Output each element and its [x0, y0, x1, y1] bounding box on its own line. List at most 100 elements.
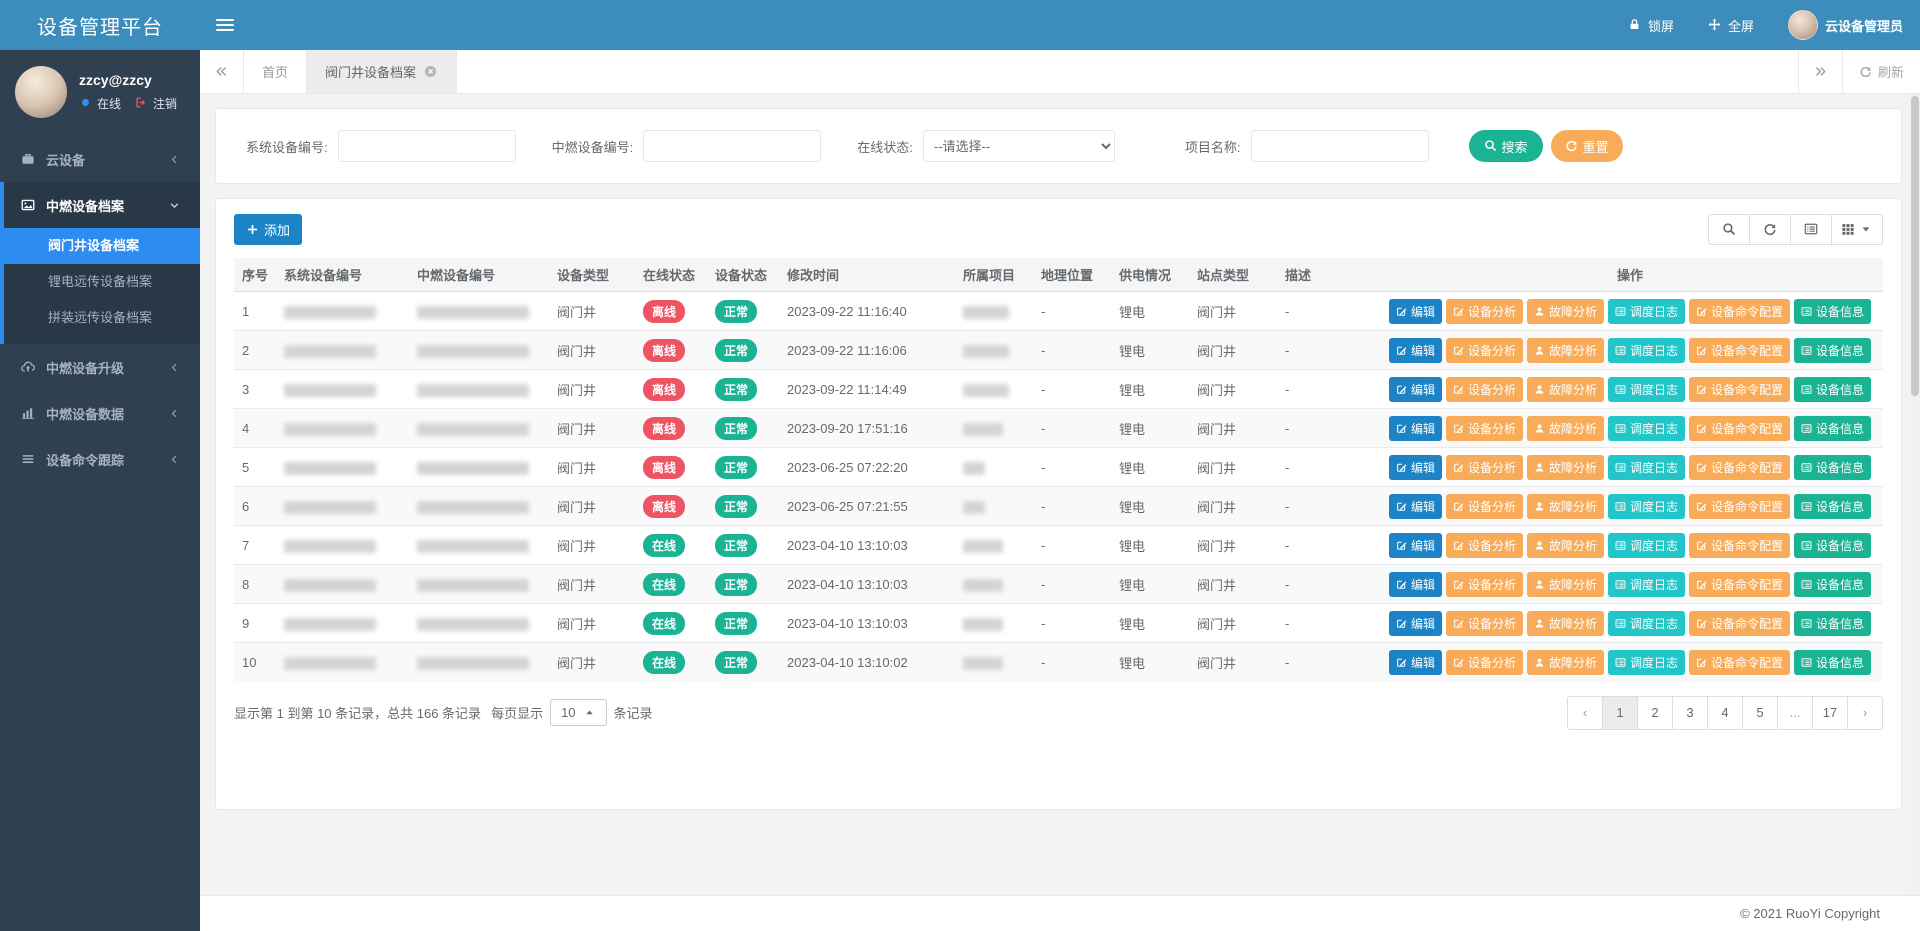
device-analysis-button[interactable]: 设备分析: [1446, 299, 1523, 324]
device-command-config-button[interactable]: 设备命令配置: [1689, 650, 1790, 675]
page-next-button[interactable]: ›: [1847, 696, 1883, 730]
device-command-config-button[interactable]: 设备命令配置: [1689, 416, 1790, 441]
dispatch-log-button[interactable]: 调度日志: [1608, 338, 1685, 363]
device-info-button[interactable]: 设备信息: [1794, 377, 1871, 402]
sidebar-item[interactable]: 云设备: [0, 136, 200, 182]
sidebar-subitem[interactable]: 拼装远传设备档案: [4, 300, 200, 336]
table-columns-button[interactable]: [1831, 214, 1883, 245]
table-refresh-button[interactable]: [1749, 214, 1791, 245]
edit-button[interactable]: 编辑: [1389, 377, 1442, 402]
edit-button[interactable]: 编辑: [1389, 611, 1442, 636]
device-command-config-button[interactable]: 设备命令配置: [1689, 533, 1790, 558]
page-button[interactable]: 4: [1707, 696, 1743, 730]
vertical-scrollbar[interactable]: [1910, 94, 1920, 895]
tabs-scroll-right-button[interactable]: [1798, 50, 1842, 93]
reset-button[interactable]: 重置: [1551, 130, 1623, 162]
online-state-select[interactable]: --请选择--: [923, 130, 1115, 162]
device-analysis-button[interactable]: 设备分析: [1446, 338, 1523, 363]
edit-button[interactable]: 编辑: [1389, 494, 1442, 519]
device-analysis-button[interactable]: 设备分析: [1446, 416, 1523, 441]
page-button[interactable]: 1: [1602, 696, 1638, 730]
page-button[interactable]: 3: [1672, 696, 1708, 730]
device-analysis-button[interactable]: 设备分析: [1446, 494, 1523, 519]
add-button[interactable]: 添加: [234, 214, 302, 245]
fault-analysis-button[interactable]: 故障分析: [1527, 494, 1604, 519]
device-info-button[interactable]: 设备信息: [1794, 299, 1871, 324]
device-info-button[interactable]: 设备信息: [1794, 494, 1871, 519]
page-button[interactable]: 2: [1637, 696, 1673, 730]
edit-button[interactable]: 编辑: [1389, 650, 1442, 675]
fullscreen-button[interactable]: 全屏: [1691, 0, 1771, 50]
table-search-toggle-button[interactable]: [1708, 214, 1750, 245]
fault-analysis-button[interactable]: 故障分析: [1527, 611, 1604, 636]
page-size-dropdown[interactable]: 10: [550, 699, 606, 726]
page-button[interactable]: 17: [1812, 696, 1848, 730]
fault-analysis-button[interactable]: 故障分析: [1527, 416, 1604, 441]
sidebar-item[interactable]: 中燃设备升级: [0, 344, 200, 390]
edit-button[interactable]: 编辑: [1389, 299, 1442, 324]
device-analysis-button[interactable]: 设备分析: [1446, 572, 1523, 597]
device-info-button[interactable]: 设备信息: [1794, 611, 1871, 636]
lock-screen-button[interactable]: 锁屏: [1611, 0, 1691, 50]
sidebar-item[interactable]: 设备命令跟踪: [0, 436, 200, 482]
tab-close-icon[interactable]: [424, 65, 438, 79]
fault-analysis-button[interactable]: 故障分析: [1527, 377, 1604, 402]
page-button[interactable]: 5: [1742, 696, 1778, 730]
sidebar-item[interactable]: 中燃设备数据: [0, 390, 200, 436]
table-detail-view-button[interactable]: [1790, 214, 1832, 245]
fault-analysis-button[interactable]: 故障分析: [1527, 299, 1604, 324]
edit-button[interactable]: 编辑: [1389, 338, 1442, 363]
tab-refresh-button[interactable]: 刷新: [1842, 50, 1920, 93]
user-menu[interactable]: 云设备管理员: [1771, 0, 1920, 50]
fault-analysis-button[interactable]: 故障分析: [1527, 455, 1604, 480]
search-button[interactable]: 搜索: [1469, 130, 1543, 162]
dispatch-log-button[interactable]: 调度日志: [1608, 650, 1685, 675]
sidebar-subitem[interactable]: 锂电远传设备档案: [4, 264, 200, 300]
fault-analysis-button[interactable]: 故障分析: [1527, 650, 1604, 675]
dispatch-log-button[interactable]: 调度日志: [1608, 611, 1685, 636]
project-name-input[interactable]: [1251, 130, 1429, 162]
edit-button[interactable]: 编辑: [1389, 572, 1442, 597]
device-command-config-button[interactable]: 设备命令配置: [1689, 494, 1790, 519]
device-analysis-button[interactable]: 设备分析: [1446, 377, 1523, 402]
device-info-button[interactable]: 设备信息: [1794, 572, 1871, 597]
scrollbar-thumb[interactable]: [1911, 96, 1919, 396]
sidebar-item[interactable]: 中燃设备档案: [4, 182, 200, 228]
system-device-id-input[interactable]: [338, 130, 516, 162]
fault-analysis-button[interactable]: 故障分析: [1527, 533, 1604, 558]
dispatch-log-button[interactable]: 调度日志: [1608, 455, 1685, 480]
device-command-config-button[interactable]: 设备命令配置: [1689, 611, 1790, 636]
device-command-config-button[interactable]: 设备命令配置: [1689, 377, 1790, 402]
fault-analysis-button[interactable]: 故障分析: [1527, 338, 1604, 363]
device-info-button[interactable]: 设备信息: [1794, 416, 1871, 441]
edit-button[interactable]: 编辑: [1389, 533, 1442, 558]
device-command-config-button[interactable]: 设备命令配置: [1689, 338, 1790, 363]
device-info-button[interactable]: 设备信息: [1794, 533, 1871, 558]
dispatch-log-button[interactable]: 调度日志: [1608, 533, 1685, 558]
edit-button[interactable]: 编辑: [1389, 455, 1442, 480]
device-analysis-button[interactable]: 设备分析: [1446, 455, 1523, 480]
device-analysis-button[interactable]: 设备分析: [1446, 650, 1523, 675]
fault-analysis-button[interactable]: 故障分析: [1527, 572, 1604, 597]
sidebar-toggle-button[interactable]: [200, 0, 250, 50]
device-command-config-button[interactable]: 设备命令配置: [1689, 299, 1790, 324]
edit-button[interactable]: 编辑: [1389, 416, 1442, 441]
device-info-button[interactable]: 设备信息: [1794, 338, 1871, 363]
dispatch-log-button[interactable]: 调度日志: [1608, 572, 1685, 597]
dispatch-log-button[interactable]: 调度日志: [1608, 494, 1685, 519]
tab-valve-well-archive[interactable]: 阀门井设备档案: [307, 50, 457, 93]
gas-device-id-input[interactable]: [643, 130, 821, 162]
logout-button[interactable]: 注销: [135, 95, 177, 112]
device-info-button[interactable]: 设备信息: [1794, 455, 1871, 480]
dispatch-log-button[interactable]: 调度日志: [1608, 299, 1685, 324]
device-command-config-button[interactable]: 设备命令配置: [1689, 572, 1790, 597]
dispatch-log-button[interactable]: 调度日志: [1608, 416, 1685, 441]
tabs-scroll-left-button[interactable]: [200, 50, 244, 93]
page-prev-button[interactable]: ‹: [1567, 696, 1603, 730]
tab-home[interactable]: 首页: [244, 50, 307, 93]
sidebar-subitem[interactable]: 阀门井设备档案: [0, 228, 200, 264]
device-analysis-button[interactable]: 设备分析: [1446, 611, 1523, 636]
avatar[interactable]: [15, 66, 67, 118]
dispatch-log-button[interactable]: 调度日志: [1608, 377, 1685, 402]
device-command-config-button[interactable]: 设备命令配置: [1689, 455, 1790, 480]
